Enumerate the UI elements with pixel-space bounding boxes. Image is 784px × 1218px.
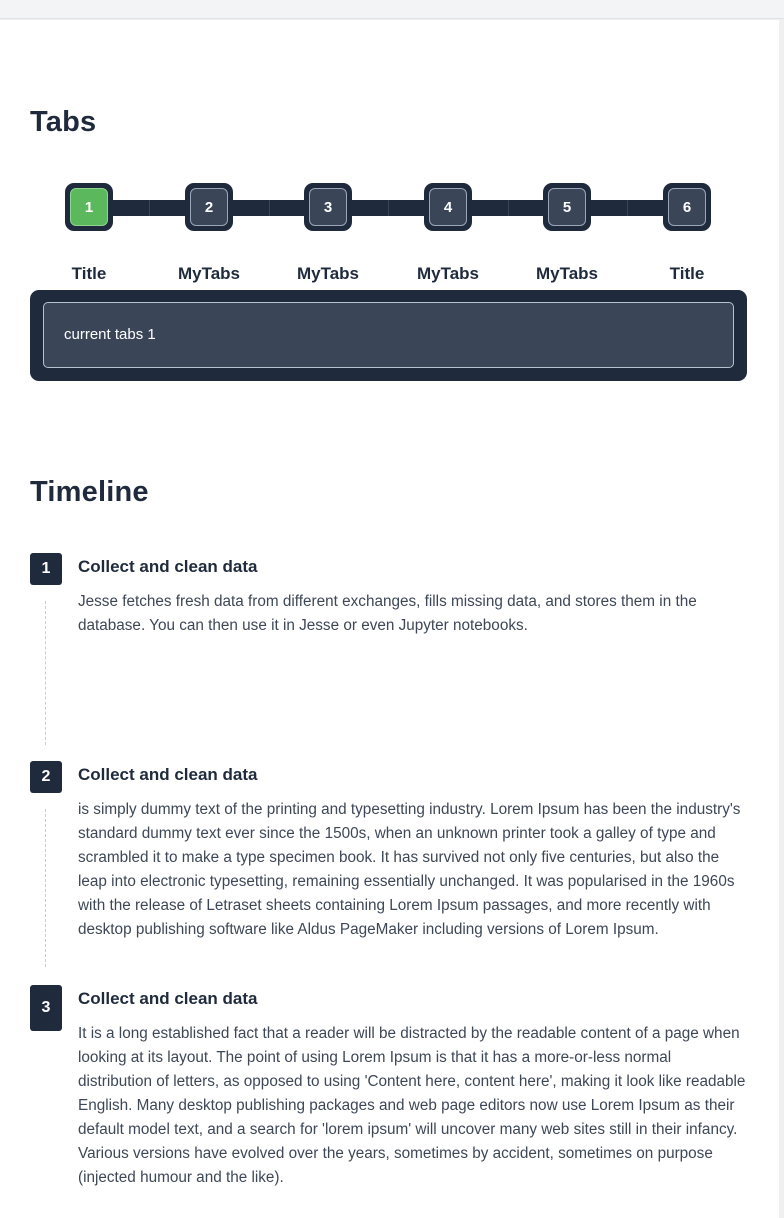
tab-step-number: 4	[429, 188, 467, 226]
stepper-track	[78, 200, 690, 216]
timeline-item-text: Jesse fetches fresh data from different …	[78, 593, 697, 634]
tab-step-number: 1	[70, 188, 108, 226]
tab-step-label[interactable]: Title	[637, 264, 737, 284]
tabs-heading: Tabs	[30, 106, 97, 138]
tab-step-label[interactable]: MyTabs	[159, 264, 259, 284]
tab-step-number: 6	[668, 188, 706, 226]
timeline-item-title: Collect and clean data	[78, 989, 258, 1008]
tab-panel-content: current tabs 1	[43, 302, 734, 368]
tab-step-number: 3	[309, 188, 347, 226]
tab-step-4[interactable]: 4	[424, 183, 472, 231]
browser-top-bar	[0, 0, 784, 19]
tab-step-label[interactable]: MyTabs	[517, 264, 617, 284]
timeline-connector	[45, 809, 46, 967]
tab-step-1[interactable]: 1	[65, 183, 113, 231]
timeline-item-1: 1 Collect and clean data Jesse fetches f…	[30, 553, 746, 749]
timeline-item-text: It is a long established fact that a rea…	[78, 1025, 746, 1186]
timeline-step-number: 3	[30, 985, 62, 1031]
track-divider	[508, 200, 509, 216]
track-divider	[627, 200, 628, 216]
tab-step-6[interactable]: 6	[663, 183, 711, 231]
tab-step-3[interactable]: 3	[304, 183, 352, 231]
timeline-connector	[45, 601, 46, 745]
timeline-item-text: is simply dummy text of the printing and…	[78, 801, 741, 938]
timeline-step-number: 2	[30, 761, 62, 793]
tabs-stepper: 1 2 3 4 5 6 Title MyTabs MyTabs MyTabs M…	[30, 183, 746, 283]
track-divider	[149, 200, 150, 216]
tab-step-5[interactable]: 5	[543, 183, 591, 231]
timeline-step-number: 1	[30, 553, 62, 585]
track-divider	[388, 200, 389, 216]
tab-step-number: 2	[190, 188, 228, 226]
tab-panel: current tabs 1	[30, 290, 747, 381]
track-divider	[269, 200, 270, 216]
timeline-item-3: 3 Collect and clean data It is a long es…	[30, 985, 746, 1195]
tab-step-number: 5	[548, 188, 586, 226]
page-content: Tabs 1 2 3 4 5 6 Title MyTabs MyTabs MyT…	[0, 20, 779, 1218]
tab-step-label[interactable]: MyTabs	[398, 264, 498, 284]
timeline-item-title: Collect and clean data	[78, 765, 258, 784]
tab-step-label[interactable]: Title	[39, 264, 139, 284]
tab-step-label[interactable]: MyTabs	[278, 264, 378, 284]
timeline-heading: Timeline	[30, 476, 149, 508]
tab-step-2[interactable]: 2	[185, 183, 233, 231]
timeline-item-2: 2 Collect and clean data is simply dummy…	[30, 761, 746, 971]
timeline-item-title: Collect and clean data	[78, 557, 258, 576]
